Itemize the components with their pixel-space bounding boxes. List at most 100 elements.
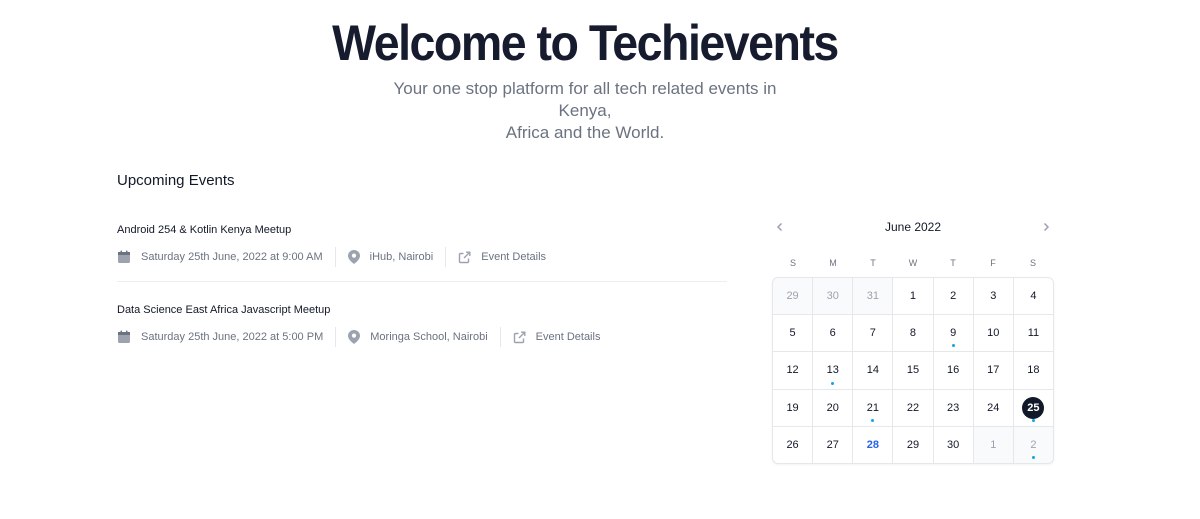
calendar-day[interactable]: 3: [973, 278, 1013, 315]
event-location: iHub, Nairobi: [347, 250, 434, 264]
meta-divider: [334, 247, 336, 267]
event-indicator-dot: [871, 418, 875, 422]
event-details-link[interactable]: Event Details: [458, 251, 546, 264]
calendar-day[interactable]: 7: [853, 315, 893, 352]
calendar-day[interactable]: 6: [813, 315, 853, 352]
calendar-day-number: 16: [947, 364, 960, 377]
calendar-day[interactable]: 13: [813, 352, 853, 389]
calendar-day[interactable]: 20: [813, 389, 853, 426]
calendar-day[interactable]: 12: [773, 352, 813, 389]
weekday-label: F: [990, 258, 996, 268]
weekday-label: T: [950, 258, 956, 268]
calendar-day-number: 20: [826, 401, 839, 414]
meta-divider: [335, 327, 337, 347]
event-details-link[interactable]: Event Details: [513, 331, 601, 344]
calendar-day-number: 11: [1027, 327, 1040, 340]
calendar-day[interactable]: 18: [1013, 352, 1053, 389]
calendar-day[interactable]: 4: [1013, 278, 1053, 315]
calendar-day[interactable]: 26: [773, 426, 813, 463]
calendar-day[interactable]: 31: [853, 278, 893, 315]
calendar-day[interactable]: 16: [933, 352, 973, 389]
event-separator: [117, 281, 727, 282]
meta-divider: [499, 327, 501, 347]
calendar-day[interactable]: 30: [813, 278, 853, 315]
event-location-text: Moringa School, Nairobi: [370, 331, 488, 343]
chevron-right-icon: [1041, 220, 1051, 235]
calendar-icon: [117, 330, 131, 344]
calendar-day-number: 29: [906, 438, 920, 451]
calendar-day[interactable]: 24: [973, 389, 1013, 426]
calendar-day-number: 25: [1022, 396, 1045, 419]
calendar-day[interactable]: 2: [1013, 426, 1053, 463]
calendar-day[interactable]: 23: [933, 389, 973, 426]
event-item: Data Science East Africa Javascript Meet…: [117, 303, 727, 347]
calendar-day-number: 3: [990, 290, 997, 303]
weekday-label: T: [870, 258, 876, 268]
calendar-day[interactable]: 19: [773, 389, 813, 426]
calendar-day-number: 6: [829, 327, 836, 340]
calendar-day-number: 17: [987, 364, 1000, 377]
calendar-day-number: 13: [826, 364, 839, 377]
calendar-next-button[interactable]: [1038, 219, 1054, 235]
calendar-day[interactable]: 8: [893, 315, 933, 352]
calendar-day-number: 4: [1030, 290, 1037, 303]
meta-divider: [445, 247, 447, 267]
calendar-day[interactable]: 9: [933, 315, 973, 352]
calendar-day-number: 29: [786, 290, 799, 303]
calendar-day[interactable]: 1: [893, 278, 933, 315]
calendar-day[interactable]: 22: [893, 389, 933, 426]
map-pin-icon: [348, 330, 361, 344]
calendar-day-number: 21: [866, 401, 879, 414]
calendar-grid: 29 30 31 1 2 3 4 5 6 7 8 9 10 11 12 13 14 15 16 17 18 19 20 21 2…: [772, 277, 1054, 464]
hero-subtitle-line-2: Africa and the World.: [505, 123, 665, 142]
calendar-day-number: 10: [987, 327, 1000, 340]
weekday-label: M: [829, 258, 837, 268]
calendar-day[interactable]: 11: [1013, 315, 1053, 352]
map-pin-icon: [347, 250, 360, 264]
external-link-icon: [458, 251, 471, 264]
calendar-day-number: 22: [906, 401, 920, 414]
calendar-day-number: 24: [987, 401, 1000, 414]
calendar-day-selected[interactable]: 25: [1013, 389, 1053, 426]
event-details-label: Event Details: [535, 331, 601, 343]
calendar-day[interactable]: 30: [933, 426, 973, 463]
calendar-day-number: 1: [990, 438, 997, 451]
external-link-icon: [513, 331, 526, 344]
calendar-day[interactable]: 21: [853, 389, 893, 426]
calendar-day-number: 2: [1030, 438, 1037, 451]
calendar-day[interactable]: 27: [813, 426, 853, 463]
calendar-day[interactable]: 5: [773, 315, 813, 352]
calendar-icon: [117, 250, 131, 264]
calendar-day-number: 18: [1027, 364, 1040, 377]
calendar-day[interactable]: 29: [773, 278, 813, 315]
calendar-day-number: 30: [826, 290, 839, 303]
event-meta: Saturday 25th June, 2022 at 9:00 AM iHub…: [117, 247, 727, 267]
hero-title: Welcome to Techievents: [332, 15, 839, 71]
calendar-day-number: 30: [947, 438, 960, 451]
calendar-header: June 2022: [772, 217, 1054, 237]
calendar-day-number: 27: [826, 438, 839, 451]
calendar-day[interactable]: 14: [853, 352, 893, 389]
calendar-day[interactable]: 15: [893, 352, 933, 389]
upcoming-events-heading: Upcoming Events: [117, 172, 235, 189]
event-location-text: iHub, Nairobi: [369, 251, 434, 263]
weekday-label: S: [789, 258, 796, 268]
calendar-month-label: June 2022: [884, 220, 942, 234]
calendar-weekdays: S M T W T F S: [773, 258, 1053, 268]
event-details-label: Event Details: [481, 251, 547, 263]
weekday-label: W: [908, 258, 918, 268]
event-indicator-dot: [1031, 418, 1035, 422]
calendar-day-number: 12: [786, 364, 799, 377]
calendar-day[interactable]: 2: [933, 278, 973, 315]
calendar-day[interactable]: 17: [973, 352, 1013, 389]
calendar-day[interactable]: 28: [853, 426, 893, 463]
calendar-day-number: 2: [950, 290, 957, 303]
calendar-day-number: 7: [869, 327, 876, 340]
calendar-day-number: 31: [866, 290, 879, 303]
calendar-day[interactable]: 10: [973, 315, 1013, 352]
calendar-day-number: 15: [906, 364, 920, 377]
calendar-day-number: 28: [866, 438, 879, 451]
hero-subtitle: Your one stop platform for all tech rela…: [375, 78, 795, 144]
calendar-day[interactable]: 29: [893, 426, 933, 463]
calendar-day[interactable]: 1: [973, 426, 1013, 463]
